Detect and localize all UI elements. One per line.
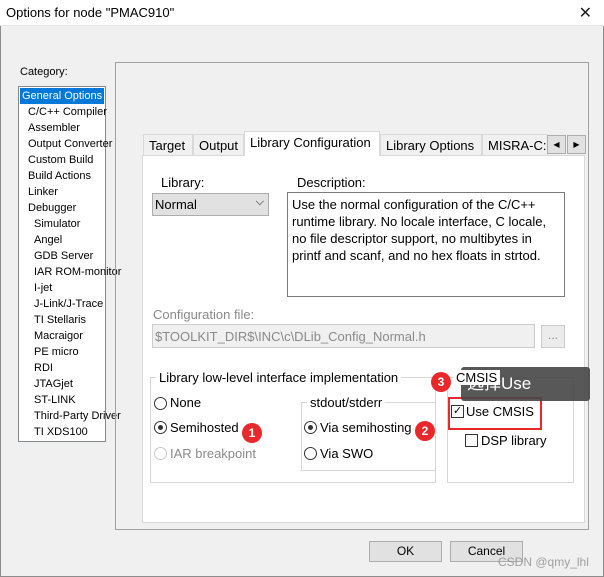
category-item[interactable]: General Options bbox=[20, 88, 104, 104]
browse-button[interactable]: ... bbox=[541, 325, 565, 348]
watermark: CSDN @qmy_lhl bbox=[498, 555, 589, 569]
category-item[interactable]: Assembler bbox=[20, 120, 104, 136]
tab[interactable]: Target bbox=[143, 134, 193, 156]
category-list[interactable]: General Options C/C++ Compiler Assembler Ou… bbox=[18, 86, 121, 442]
category-item[interactable]: C/C++ Compiler bbox=[20, 104, 107, 120]
radio-none[interactable] bbox=[154, 397, 167, 410]
description-label: Description: bbox=[297, 175, 366, 190]
tab-scroll-right-icon[interactable]: ▶ bbox=[567, 135, 586, 154]
radio-iar-breakpoint[interactable] bbox=[154, 447, 167, 460]
annotation-badge-1: 1 bbox=[242, 423, 262, 443]
close-icon[interactable]: ✕ bbox=[579, 3, 592, 23]
annotation-badge-2: 2 bbox=[415, 421, 435, 441]
tab[interactable]: MISRA-C:2 bbox=[482, 134, 548, 156]
library-select[interactable]: Normal ⌵ bbox=[152, 193, 269, 216]
category-item[interactable]: Simulator bbox=[20, 216, 104, 232]
radio-via-swo[interactable] bbox=[304, 447, 317, 460]
config-file-input[interactable]: $TOOLKIT_DIR$\INC\c\DLib_Config_Normal.h bbox=[152, 324, 535, 348]
dsp-library-label: DSP library bbox=[481, 433, 547, 448]
tab[interactable]: Output bbox=[193, 134, 244, 156]
dsp-library-checkbox[interactable] bbox=[465, 434, 478, 447]
library-value: Normal bbox=[155, 197, 197, 212]
category-item[interactable]: Custom Build bbox=[20, 152, 104, 168]
library-label: Library: bbox=[161, 175, 205, 190]
category-item[interactable]: RDI bbox=[20, 360, 104, 376]
title-bar: Options for node "PMAC910" ✕ bbox=[0, 0, 604, 26]
category-item[interactable]: ST-LINK bbox=[20, 392, 104, 408]
radio-via-semihosting[interactable] bbox=[304, 421, 317, 434]
cmsis-title: CMSIS bbox=[453, 370, 501, 385]
stdout-title: stdout/stderr bbox=[307, 395, 386, 410]
config-file-label: Configuration file: bbox=[153, 307, 255, 322]
tab-scroll-left-icon[interactable]: ◀ bbox=[547, 135, 566, 154]
category-item[interactable]: IAR ROM-monitor bbox=[20, 264, 121, 280]
lowlevel-title: Library low-level interface implementati… bbox=[156, 370, 402, 385]
category-item[interactable]: PE micro bbox=[20, 344, 104, 360]
radio-semihosted-label: Semihosted bbox=[170, 420, 239, 435]
ok-button[interactable]: OK bbox=[369, 541, 442, 562]
category-item[interactable]: TI Stellaris bbox=[20, 312, 104, 328]
category-item[interactable]: TI XDS100 bbox=[20, 424, 104, 440]
description-text: Use the normal configuration of the C/C+… bbox=[287, 192, 565, 297]
category-item[interactable]: JTAGjet bbox=[20, 376, 104, 392]
category-item[interactable]: Angel bbox=[20, 232, 104, 248]
category-label: Category: bbox=[20, 66, 68, 78]
radio-iar-breakpoint-label: IAR breakpoint bbox=[170, 446, 256, 461]
radio-via-semihosting-label: Via semihosting bbox=[320, 420, 412, 435]
use-cmsis-label: Use CMSIS bbox=[466, 404, 534, 419]
tab[interactable]: Library Configuration bbox=[244, 131, 380, 156]
category-item[interactable]: Output Converter bbox=[20, 136, 112, 152]
tab[interactable]: Library Options bbox=[380, 134, 482, 156]
radio-semihosted[interactable] bbox=[154, 421, 167, 434]
category-item[interactable]: I-jet bbox=[20, 280, 104, 296]
category-item[interactable]: Macraigor bbox=[20, 328, 104, 344]
annotation-badge-3: 3 bbox=[431, 372, 451, 392]
window-title: Options for node "PMAC910" bbox=[6, 5, 175, 20]
radio-via-swo-label: Via SWO bbox=[320, 446, 374, 461]
category-item[interactable]: Third-Party Driver bbox=[20, 408, 121, 424]
radio-none-label: None bbox=[170, 395, 202, 410]
use-cmsis-checkbox[interactable]: ✓ bbox=[451, 405, 464, 418]
category-item[interactable]: Debugger bbox=[20, 200, 104, 216]
category-item[interactable]: Build Actions bbox=[20, 168, 104, 184]
category-item[interactable]: GDB Server bbox=[20, 248, 104, 264]
category-item[interactable]: Linker bbox=[20, 184, 104, 200]
chevron-down-icon: ⌵ bbox=[255, 196, 264, 208]
category-item[interactable]: J-Link/J-Trace bbox=[20, 296, 104, 312]
